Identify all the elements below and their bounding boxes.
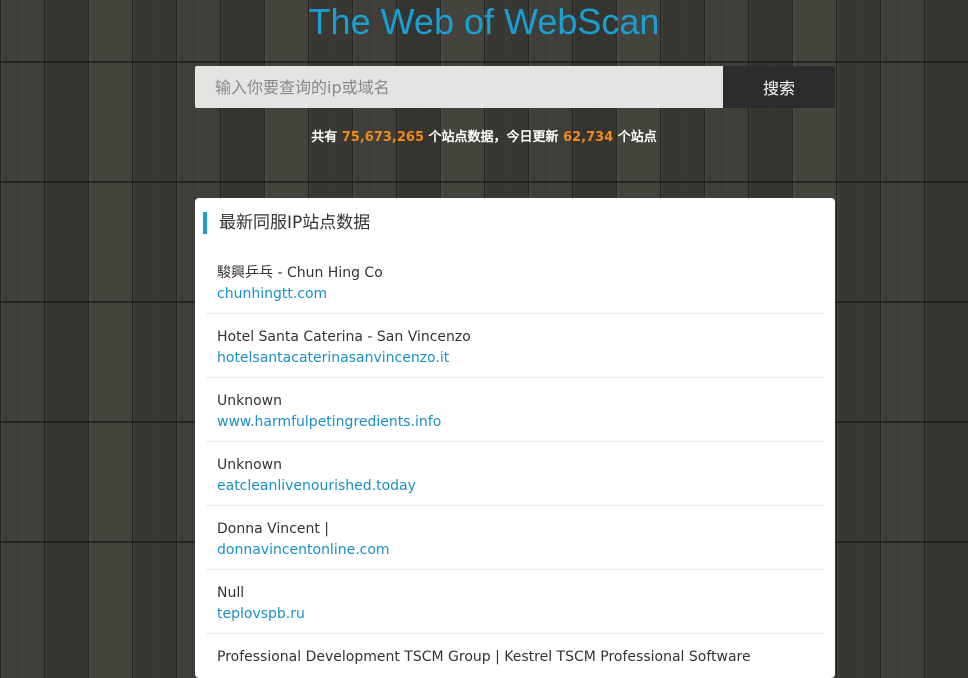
site-name: Donna Vincent |: [217, 521, 329, 537]
search-bar: 搜索: [195, 66, 835, 108]
list-item: Donna Vincent | donnavincentonline.com: [207, 506, 823, 570]
total-sites-count: 75,673,265: [341, 130, 424, 145]
site-name: Unknown: [217, 457, 282, 473]
panel-title: 最新同服IP站点数据: [219, 213, 371, 233]
site-list: 駿興乒乓 - Chun Hing Co chunhingtt.com Hotel…: [195, 250, 835, 678]
updated-today-count: 62,734: [563, 130, 614, 145]
list-item: Professional Development TSCM Group | Ke…: [207, 634, 823, 678]
list-item: Unknown www.harmfulpetingredients.info: [207, 378, 823, 442]
panel-accent-bar: [203, 212, 207, 234]
site-domain-link[interactable]: chunhingtt.com: [217, 283, 327, 305]
site-domain-link[interactable]: www.harmfulpetingredients.info: [217, 411, 441, 433]
panel-header: 最新同服IP站点数据: [195, 198, 835, 250]
site-domain-link[interactable]: teplovspb.ru: [217, 603, 305, 625]
latest-sites-panel: 最新同服IP站点数据 駿興乒乓 - Chun Hing Co chunhingt…: [195, 198, 835, 678]
list-item: Unknown eatcleanlivenourished.today: [207, 442, 823, 506]
site-name: Professional Development TSCM Group | Ke…: [217, 649, 751, 665]
stats-middle: 个站点数据，今日更新: [428, 130, 559, 145]
list-item: Null teplovspb.ru: [207, 570, 823, 634]
search-button[interactable]: 搜索: [723, 66, 835, 108]
site-name: Hotel Santa Caterina - San Vincenzo: [217, 329, 471, 345]
site-domain-link[interactable]: hotelsantacaterinasanvincenzo.it: [217, 347, 449, 369]
site-name: Unknown: [217, 393, 282, 409]
site-title: The Web of WebScan: [308, 1, 660, 42]
search-input[interactable]: [195, 66, 723, 108]
stats-prefix: 共有: [311, 130, 338, 145]
list-item: 駿興乒乓 - Chun Hing Co chunhingtt.com: [207, 250, 823, 314]
site-name: Null: [217, 585, 245, 601]
site-stats: 共有 75,673,265 个站点数据，今日更新 62,734 个站点: [0, 128, 968, 148]
list-item: Hotel Santa Caterina - San Vincenzo hote…: [207, 314, 823, 378]
stats-suffix: 个站点: [617, 130, 657, 145]
site-domain-link[interactable]: eatcleanlivenourished.today: [217, 475, 416, 497]
site-name: 駿興乒乓 - Chun Hing Co: [217, 265, 383, 281]
site-domain-link[interactable]: donnavincentonline.com: [217, 539, 390, 561]
